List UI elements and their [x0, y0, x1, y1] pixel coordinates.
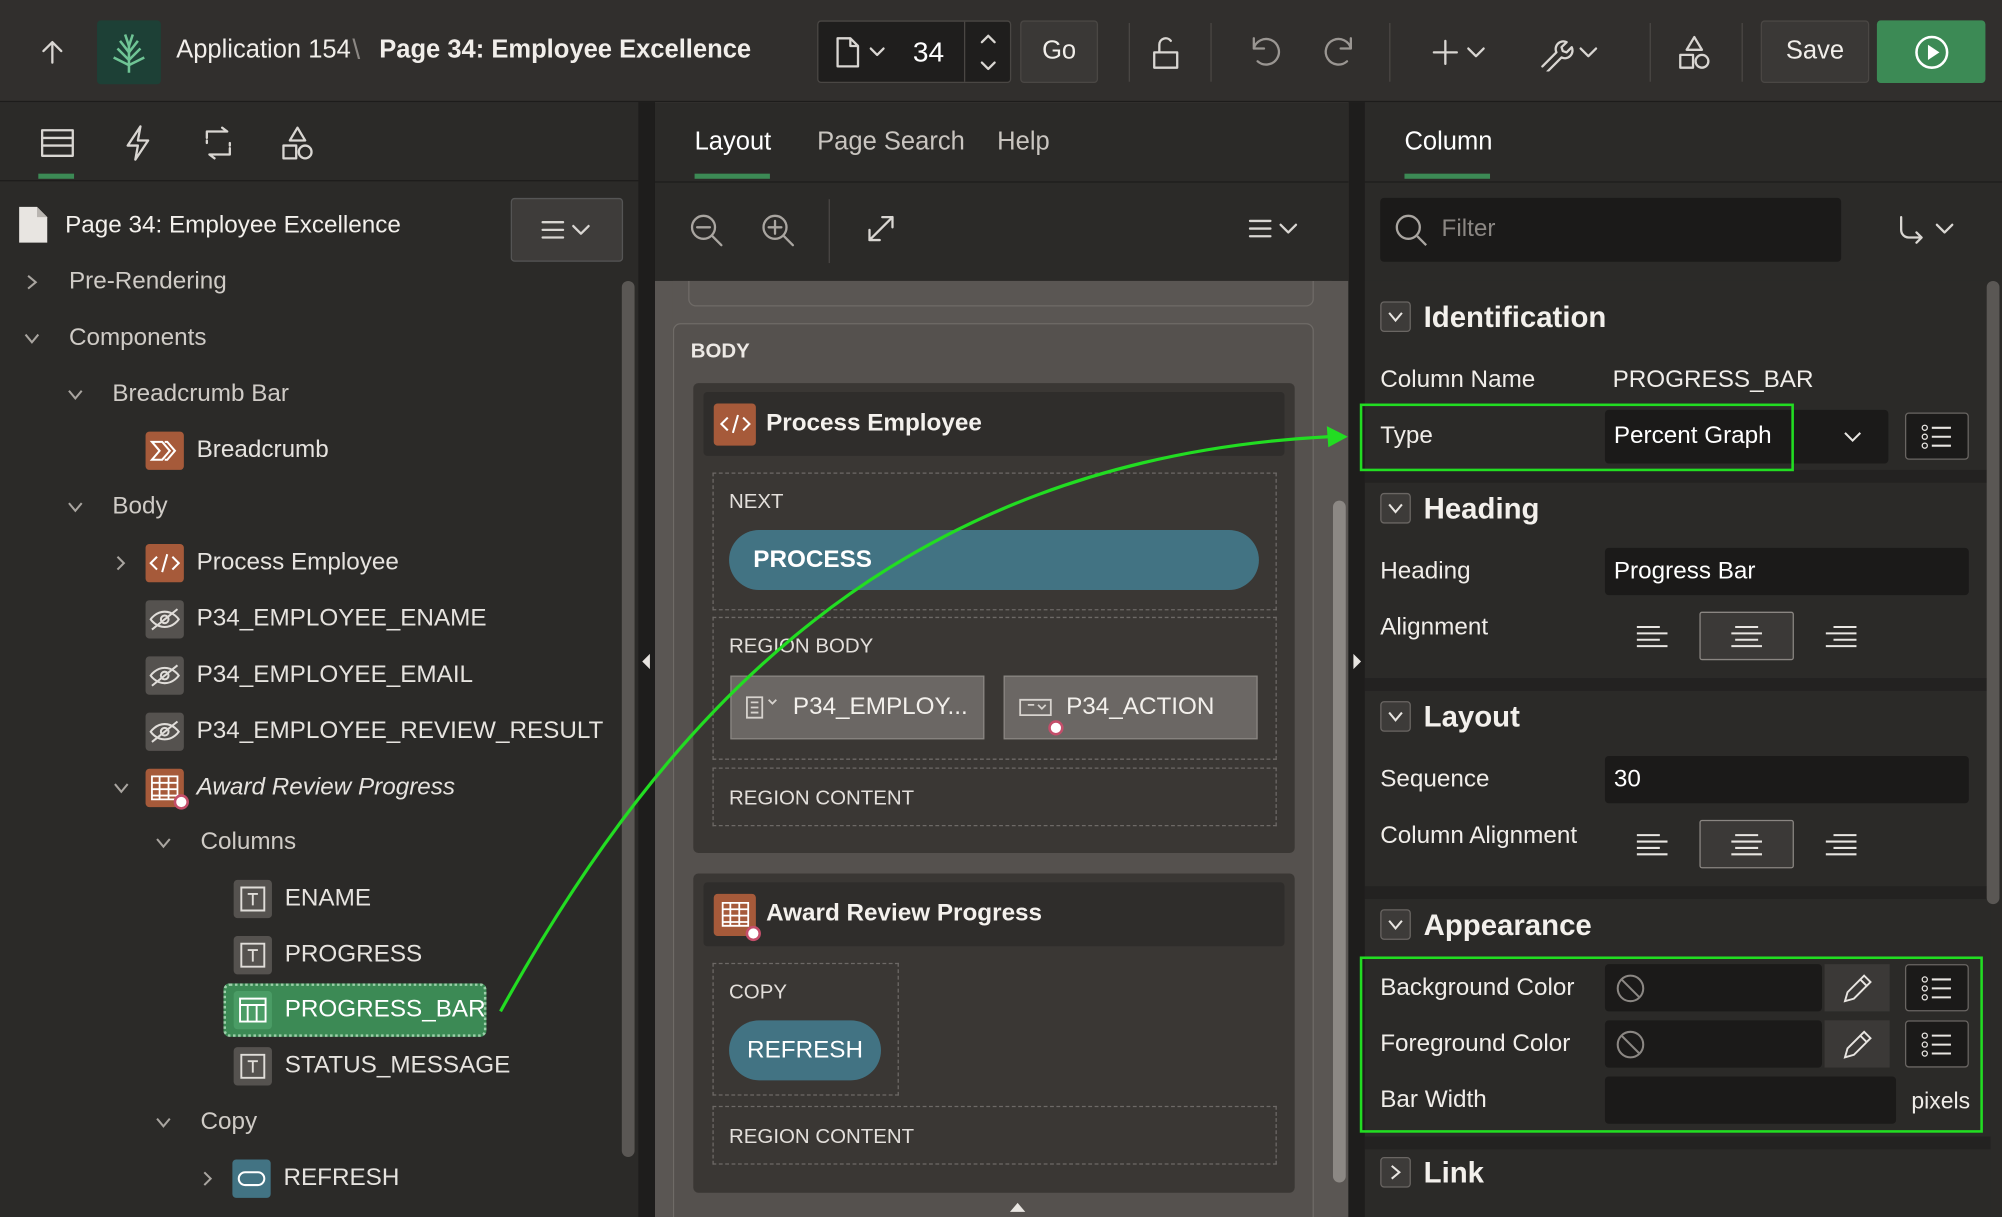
- annotation-arrow: [499, 426, 1348, 1013]
